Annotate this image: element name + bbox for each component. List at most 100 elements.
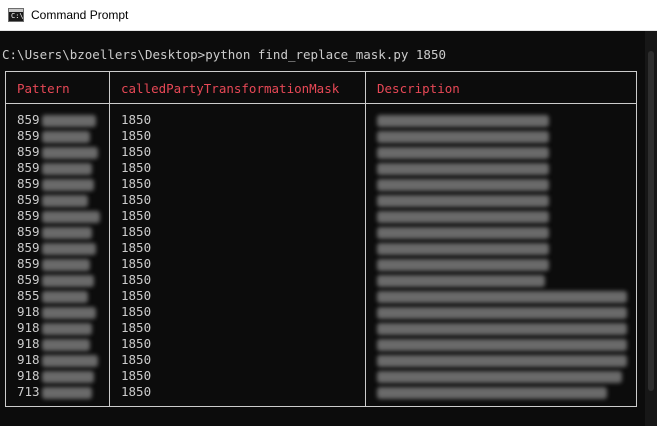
pattern-cell: 859 [17,256,90,272]
mask-cell: 1850 [121,288,152,303]
title-bar[interactable]: C:\ Command Prompt [0,0,657,31]
redacted-pattern [41,146,98,159]
mask-cell: 1850 [121,368,152,383]
redacted-description [377,306,627,319]
description-cell [377,112,549,128]
table-row: 918 1850 [6,304,636,320]
redacted-pattern [41,162,92,175]
pattern-cell: 918 [17,304,96,320]
description-cell [377,272,545,288]
description-cell [377,192,549,208]
redacted-description [377,370,622,383]
redacted-pattern [41,306,96,319]
redacted-description [377,194,549,207]
table-row: 918 1850 [6,352,636,368]
pattern-prefix: 918 [17,304,40,319]
description-cell [377,144,549,160]
table-row: 859 1850 [6,192,636,208]
redacted-description [377,274,545,287]
redacted-description [377,354,627,367]
table-row: 918 1850 [6,320,636,336]
table-row: 859 1850 [6,240,636,256]
pattern-prefix: 859 [17,224,40,239]
table-row: 859 1850 [6,272,636,288]
pattern-prefix: 859 [17,256,40,271]
vertical-scrollbar[interactable] [645,31,657,426]
pattern-prefix: 859 [17,128,40,143]
redacted-description [377,130,549,143]
redacted-description [377,162,549,175]
table-row: 859 1850 [6,176,636,192]
description-cell [377,352,627,368]
pattern-cell: 859 [17,240,96,256]
description-cell [377,224,549,240]
redacted-description [377,210,549,223]
redacted-pattern [41,210,100,223]
pattern-prefix: 859 [17,160,40,175]
mask-cell: 1850 [121,336,152,351]
table-row: 859 1850 [6,256,636,272]
redacted-pattern [41,258,90,271]
mask-cell: 1850 [121,272,152,287]
mask-cell: 1850 [121,144,152,159]
redacted-pattern [41,290,88,303]
mask-cell: 1850 [121,352,152,367]
redacted-pattern [41,114,96,127]
description-cell [377,160,549,176]
mask-cell: 1850 [121,128,152,143]
redacted-pattern [41,242,96,255]
description-cell [377,320,627,336]
pattern-cell: 859 [17,160,92,176]
redacted-description [377,386,607,399]
command-prompt-window: C:\ Command Prompt C:\Users\bzoellers\De… [0,0,657,426]
pattern-prefix: 859 [17,208,40,223]
table-row: 855 1850 [6,288,636,304]
mask-cell: 1850 [121,208,152,223]
mask-cell: 1850 [121,384,152,399]
pattern-cell: 918 [17,336,90,352]
redacted-pattern [41,226,92,239]
redacted-description [377,178,549,191]
mask-cell: 1850 [121,224,152,239]
command-line: C:\Users\bzoellers\Desktop>python find_r… [2,47,447,62]
table-row: 859 1850 [6,112,636,128]
console-output[interactable]: C:\Users\bzoellers\Desktop>python find_r… [0,31,645,426]
redacted-description [377,338,627,351]
table-row: 859 1850 [6,160,636,176]
redacted-pattern [41,338,90,351]
mask-cell: 1850 [121,112,152,127]
redacted-description [377,114,549,127]
mask-cell: 1850 [121,240,152,255]
description-cell [377,256,549,272]
redacted-description [377,146,549,159]
mask-cell: 1850 [121,304,152,319]
redacted-description [377,226,549,239]
pattern-cell: 855 [17,288,88,304]
scroll-thumb[interactable] [648,51,654,391]
redacted-pattern [41,194,88,207]
pattern-prefix: 859 [17,240,40,255]
pattern-cell: 713 [17,384,92,400]
pattern-cell: 859 [17,224,92,240]
terminal-icon: C:\ [8,8,24,22]
table-row: 859 1850 [6,208,636,224]
redacted-pattern [41,354,98,367]
description-cell [377,176,549,192]
description-cell [377,368,622,384]
window-title: Command Prompt [31,8,129,22]
table-row: 918 1850 [6,368,636,384]
pattern-prefix: 859 [17,144,40,159]
redacted-pattern [41,386,92,399]
description-cell [377,288,627,304]
pattern-cell: 859 [17,112,96,128]
description-cell [377,208,549,224]
mask-cell: 1850 [121,256,152,271]
pattern-prefix: 918 [17,352,40,367]
redacted-description [377,290,627,303]
redacted-description [377,322,627,335]
header-description: Description [377,81,460,96]
header-divider [6,103,636,104]
pattern-prefix: 859 [17,272,40,287]
pattern-prefix: 855 [17,288,40,303]
pattern-cell: 859 [17,208,100,224]
